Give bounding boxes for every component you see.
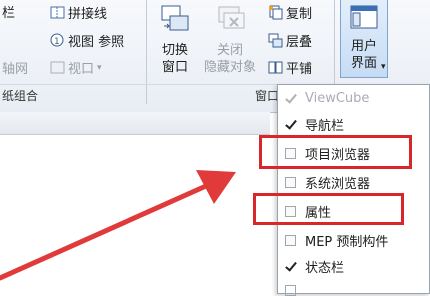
- chevron-down-icon: ▾: [381, 62, 386, 72]
- highlight-box-properties: [253, 193, 404, 225]
- switch-window-button[interactable]: 切换 窗口: [154, 0, 196, 82]
- menu-item-navbar[interactable]: 导航栏: [278, 111, 429, 137]
- menu-item-label: 系统浏览器: [305, 176, 371, 192]
- stitch-line-icon: [50, 5, 65, 20]
- close-hidden-label-2: 隐藏对象: [203, 60, 256, 75]
- fragment-label: 栏: [2, 6, 16, 21]
- switch-window-icon: [160, 4, 190, 38]
- chevron-down-icon: ▾: [97, 62, 102, 73]
- switch-window-label-2: 窗口: [161, 60, 188, 75]
- menu-item-mep-fabrication[interactable]: MEP 预制构件: [278, 227, 429, 253]
- checkbox-icon: [285, 285, 296, 296]
- ribbon-fragment-grid: 轴网: [2, 58, 28, 77]
- menu-item-system-browser[interactable]: 系统浏览器: [278, 169, 429, 195]
- stitch-line-button[interactable]: 拼接线: [50, 3, 107, 22]
- user-interface-icon: [349, 4, 379, 36]
- menu-item-label: 导航栏: [305, 118, 345, 134]
- menu-item-status-bar[interactable]: 状态栏: [278, 253, 429, 279]
- copy-label: 复制: [286, 7, 313, 22]
- ribbon-fragment-top: 栏: [2, 2, 15, 21]
- panel-title-window: 窗口: [255, 89, 280, 103]
- ribbon-separator: [146, 0, 147, 104]
- menu-item-label: 状态栏: [305, 260, 345, 276]
- viewport-button[interactable]: 视口 ▾: [50, 58, 102, 77]
- tile-label: 平铺: [286, 62, 313, 77]
- user-interface-button[interactable]: 用户 界面 ▾: [340, 0, 388, 78]
- checkbox-icon: [285, 234, 296, 246]
- copy-button[interactable]: 复制: [268, 3, 312, 22]
- checkbox-icon: [285, 93, 296, 104]
- viewport-label: 视口: [68, 62, 95, 77]
- switch-window-label-1: 切换: [161, 43, 188, 58]
- highlight-box-project-browser: [259, 135, 412, 169]
- user-interface-label-1: 用户: [350, 39, 377, 54]
- tile-icon: [268, 60, 283, 75]
- view-ref-icon: 1: [50, 33, 65, 48]
- view-tab-bar: [0, 112, 270, 135]
- cascade-label: 层叠: [286, 35, 313, 50]
- cascade-button[interactable]: 层叠: [268, 31, 312, 50]
- viewport-icon: [50, 60, 65, 75]
- copy-icon: [268, 5, 283, 20]
- cascade-icon: [268, 33, 283, 48]
- menu-item-viewcube[interactable]: ViewCube: [278, 85, 429, 111]
- menu-item-label: MEP 预制构件: [305, 234, 389, 250]
- view-ref-button[interactable]: 1 视图 参照: [50, 31, 124, 50]
- stitch-line-label: 拼接线: [68, 7, 108, 22]
- close-hidden-button[interactable]: 关闭 隐藏对象: [198, 0, 262, 82]
- menu-item-label: ViewCube: [305, 90, 370, 106]
- close-hidden-icon: [216, 4, 246, 38]
- checkbox-icon: [285, 261, 296, 272]
- panel-title-sheet: 纸组合: [2, 89, 39, 103]
- close-hidden-label-1: 关闭: [216, 43, 243, 58]
- checkbox-icon: [285, 176, 296, 188]
- checkbox-icon: [285, 119, 296, 130]
- tile-button[interactable]: 平铺: [268, 58, 312, 77]
- svg-text:1: 1: [54, 37, 60, 47]
- user-interface-dropdown: ViewCube 导航栏 项目浏览器 系统浏览器 属性 MEP 预制构件 状态栏: [277, 84, 430, 296]
- view-ref-label: 视图 参照: [68, 35, 125, 50]
- grid-label: 轴网: [2, 62, 29, 77]
